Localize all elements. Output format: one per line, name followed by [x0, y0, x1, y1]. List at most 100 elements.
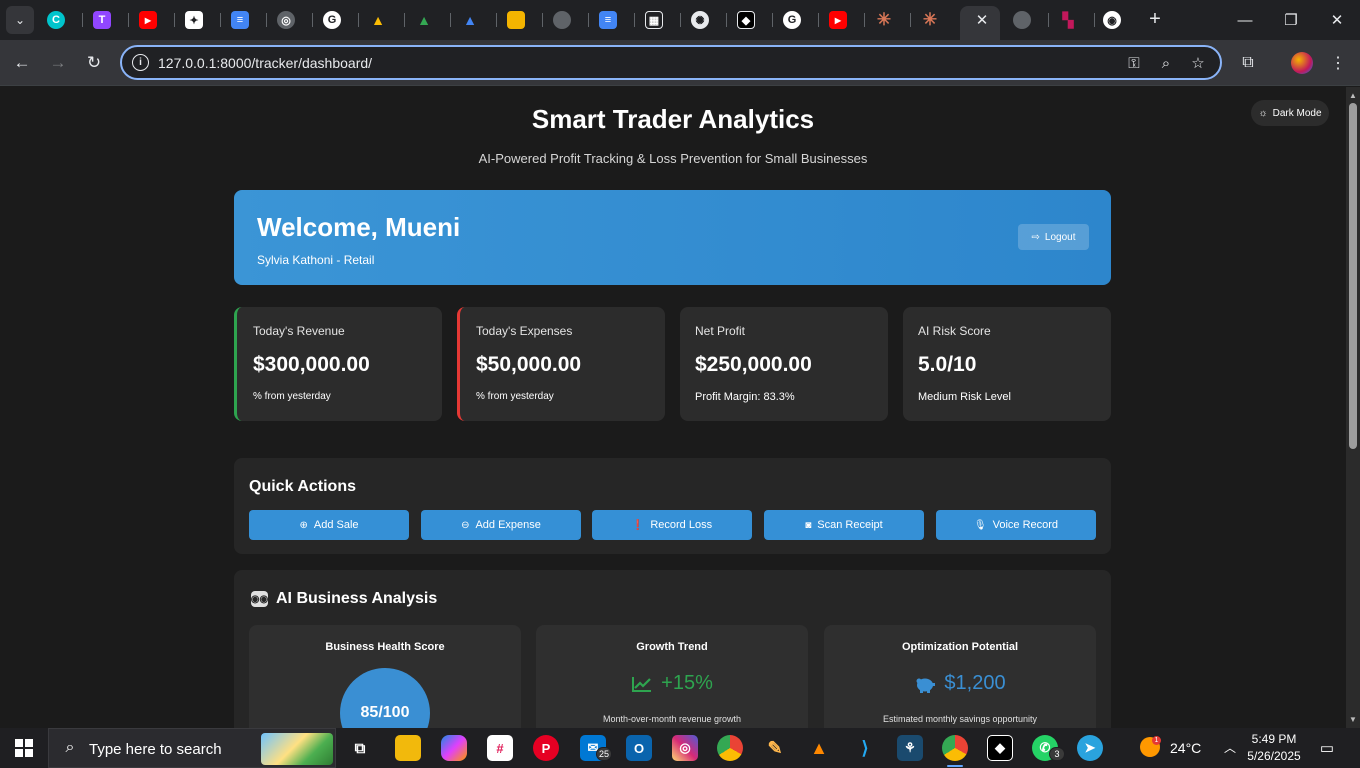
file-explorer-icon[interactable]: [395, 735, 421, 761]
slack-icon[interactable]: #: [487, 735, 513, 761]
google-drive-icon[interactable]: ▲: [415, 11, 433, 29]
paint-icon[interactable]: ✎: [762, 735, 788, 761]
stat-card-net-profit: Net Profit $250,000.00 Profit Margin: 83…: [680, 307, 888, 421]
gemini-icon[interactable]: ✦: [185, 11, 203, 29]
minus-circle-icon: ⊖: [461, 519, 470, 531]
stat-value: 5.0/10: [918, 353, 977, 376]
google-docs-icon[interactable]: ≡: [231, 11, 249, 29]
zoom-icon[interactable]: ⌕: [1156, 53, 1176, 73]
stat-note: % from yesterday: [253, 391, 331, 402]
tab-separator: [312, 13, 313, 27]
google-drive-icon[interactable]: ▲: [461, 11, 479, 29]
growth-value: +15%: [661, 672, 713, 694]
mysql-workbench-icon[interactable]: ⚘: [897, 735, 923, 761]
canva-icon[interactable]: C: [47, 11, 65, 29]
google-docs-icon[interactable]: ≡: [599, 11, 617, 29]
tray-chevron-up-icon[interactable]: ︿: [1222, 739, 1238, 755]
back-icon[interactable]: ←: [9, 50, 35, 76]
button-label: Add Expense: [475, 519, 541, 531]
site-info-icon[interactable]: i: [132, 54, 149, 71]
card-title: Optimization Potential: [901, 641, 1019, 653]
windows-taskbar: ⌕ Type here to search ⧉ # P ✉ 25 O ◎ ✎ ▲…: [0, 728, 1360, 768]
box-icon[interactable]: ◆: [737, 11, 755, 29]
app-icon[interactable]: ▚: [1059, 11, 1077, 29]
button-label: Record Loss: [650, 519, 713, 531]
taskbar-search[interactable]: ⌕ Type here to search: [48, 728, 336, 768]
stat-label: AI Risk Score: [918, 324, 991, 338]
forward-icon[interactable]: →: [45, 50, 71, 76]
telegram-icon[interactable]: ➤: [1077, 735, 1103, 761]
tab-separator: [128, 13, 129, 27]
health-score-circle: 85/100: [340, 668, 430, 728]
address-bar[interactable]: i 127.0.0.1:8000/tracker/dashboard/ ⚿ ⌕ …: [120, 45, 1222, 80]
tab-separator: [450, 13, 451, 27]
button-label: Scan Receipt: [817, 519, 883, 531]
scroll-up-arrow-icon[interactable]: ▲: [1348, 90, 1358, 100]
youtube-icon[interactable]: ▶: [829, 11, 847, 29]
add-expense-button[interactable]: ⊖ Add Expense: [421, 510, 581, 540]
profile-avatar[interactable]: [1291, 52, 1313, 74]
whatsapp-badge: 3: [1049, 747, 1065, 761]
extensions-icon[interactable]: ⧉: [1235, 50, 1261, 76]
windows-logo-icon: [15, 739, 33, 757]
pinterest-icon[interactable]: P: [533, 735, 559, 761]
vlc-icon[interactable]: ▲: [806, 735, 832, 761]
clock-time[interactable]: 5:49 PM: [1250, 732, 1298, 746]
reload-icon[interactable]: ↻: [81, 50, 107, 76]
clock-date[interactable]: 5/26/2025: [1246, 749, 1302, 763]
temperature[interactable]: 24°C: [1170, 740, 1201, 756]
openai-icon[interactable]: ✺: [691, 11, 709, 29]
chrome-icon[interactable]: ◎: [277, 11, 295, 29]
google-slides-icon[interactable]: [507, 11, 525, 29]
card-description: Estimated monthly savings opportunity: [882, 714, 1038, 724]
globe-icon[interactable]: [553, 11, 571, 29]
tab-separator: [358, 13, 359, 27]
record-loss-button[interactable]: ❗ Record Loss: [592, 510, 752, 540]
weather-badge: 1: [1152, 736, 1161, 745]
globe-icon[interactable]: [1013, 11, 1031, 29]
instagram-icon[interactable]: ◎: [672, 735, 698, 761]
youtube-icon[interactable]: ▶: [139, 11, 157, 29]
restore-icon[interactable]: ❐: [1279, 8, 1303, 32]
add-sale-button[interactable]: ⊕ Add Sale: [249, 510, 409, 540]
button-label: Voice Record: [992, 519, 1059, 531]
github-icon[interactable]: ◉: [1103, 11, 1121, 29]
new-tab-button[interactable]: +: [1144, 8, 1166, 30]
url-text[interactable]: 127.0.0.1:8000/tracker/dashboard/: [158, 55, 372, 71]
google-icon[interactable]: G: [783, 11, 801, 29]
capcut-icon[interactable]: ◆: [987, 735, 1013, 761]
start-button[interactable]: [0, 728, 48, 768]
tab-separator: [680, 13, 681, 27]
task-view-icon[interactable]: ⧉: [347, 735, 373, 761]
stat-card-revenue: Today's Revenue $300,000.00 % from yeste…: [234, 307, 442, 421]
chrome-icon[interactable]: [717, 735, 743, 761]
close-tab-icon[interactable]: ✕: [972, 10, 992, 30]
growth-trend-card: Growth Trend +15% Month-over-month reven…: [536, 625, 808, 728]
tab-separator: [174, 13, 175, 27]
tab-separator: [1094, 13, 1095, 27]
password-key-icon[interactable]: ⚿: [1124, 53, 1144, 73]
google-drive-icon[interactable]: ▲: [369, 11, 387, 29]
voice-record-button[interactable]: 🎙 Voice Record: [936, 510, 1096, 540]
notification-icon[interactable]: ▭: [1316, 738, 1338, 758]
scroll-thumb[interactable]: [1349, 103, 1357, 449]
logout-button[interactable]: ⇨ Logout: [1018, 224, 1089, 250]
minimize-icon[interactable]: —: [1233, 8, 1257, 32]
outlook-icon[interactable]: O: [626, 735, 652, 761]
bookmark-star-icon[interactable]: ☆: [1188, 53, 1208, 73]
close-window-icon[interactable]: ✕: [1325, 8, 1349, 32]
vscode-icon[interactable]: ⟩: [852, 735, 878, 761]
copilot-icon[interactable]: [441, 735, 467, 761]
menu-kebab-icon[interactable]: ⋮: [1325, 50, 1351, 76]
ai-analysis-heading: ◉◉ AI Business Analysis: [251, 590, 437, 608]
page-scrollbar[interactable]: ▲ ▼: [1346, 87, 1360, 728]
twitch-icon[interactable]: T: [93, 11, 111, 29]
claude-icon[interactable]: ✳: [875, 10, 893, 29]
tab-search-button[interactable]: ⌄: [6, 6, 34, 34]
claude-icon[interactable]: ✳: [921, 10, 939, 29]
scan-receipt-button[interactable]: ◙ Scan Receipt: [764, 510, 924, 540]
google-icon[interactable]: G: [323, 11, 341, 29]
qr-icon[interactable]: ▦: [645, 11, 663, 29]
chrome-profile-icon[interactable]: [942, 735, 968, 761]
scroll-down-arrow-icon[interactable]: ▼: [1348, 714, 1358, 724]
